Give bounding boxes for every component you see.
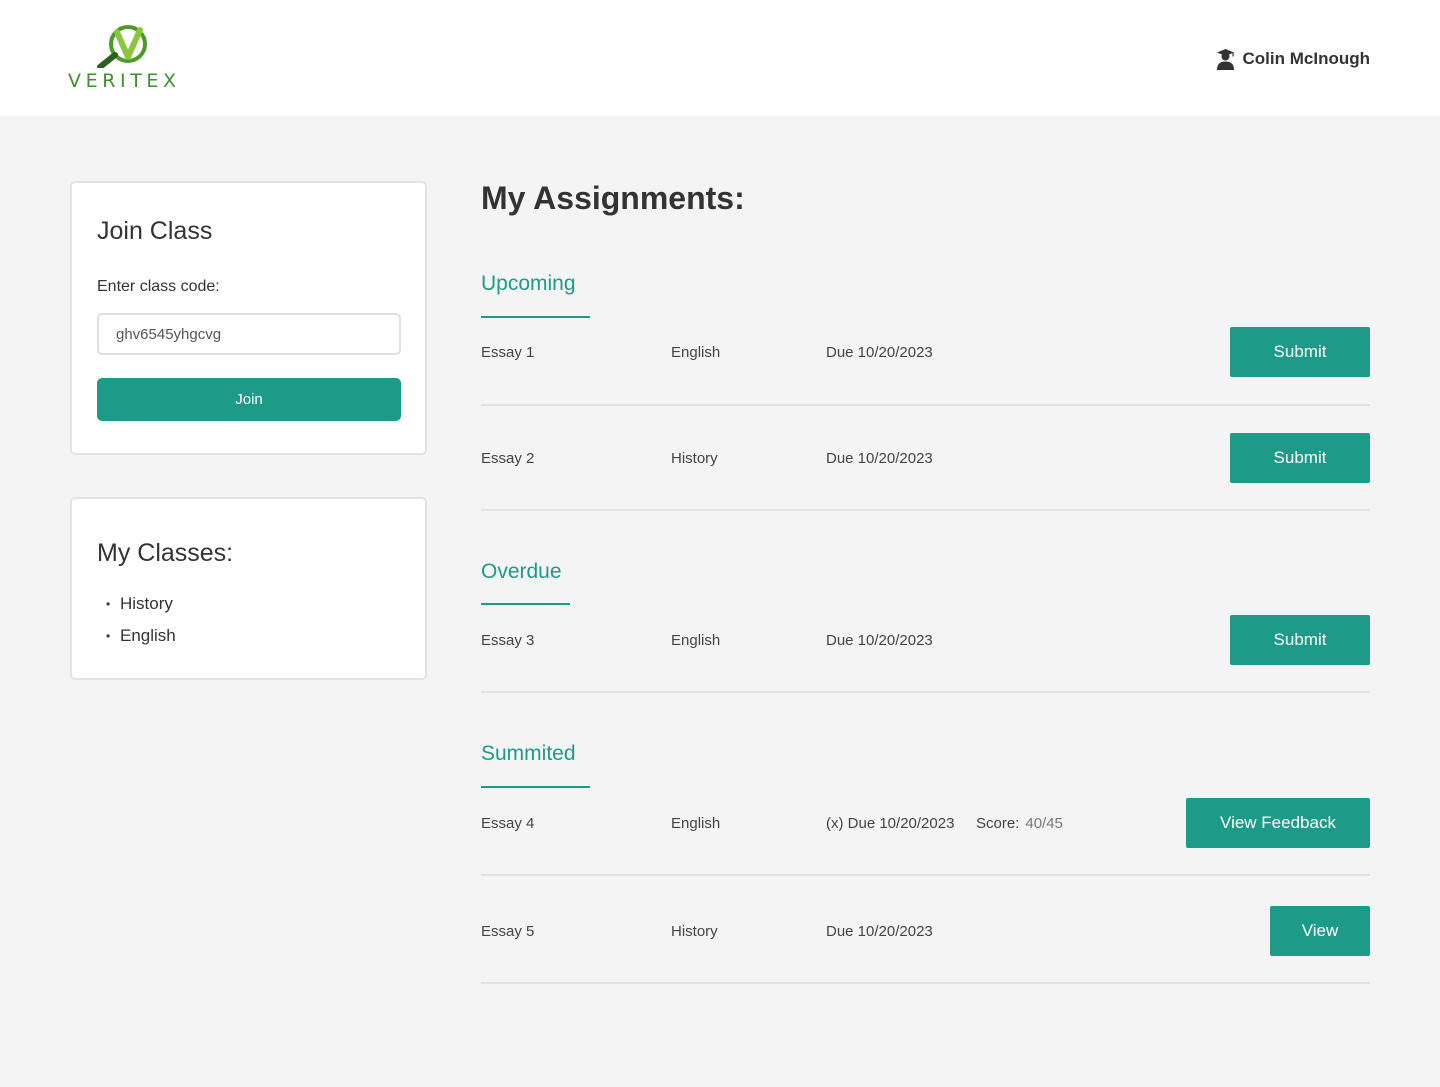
assignment-row: Essay 4 English (x) Due 10/20/2023 Score… [481, 798, 1370, 848]
assignment-name: Essay 4 [481, 815, 535, 832]
logo-mark-icon [97, 25, 147, 68]
assignment-row: Essay 3 English Due 10/20/2023 Submit [481, 615, 1370, 665]
section-title-overdue: Overdue [481, 560, 562, 583]
row-divider [481, 404, 1370, 406]
assignment-class: English [671, 815, 721, 832]
submit-button[interactable]: Submit [1230, 433, 1370, 483]
view-feedback-button[interactable]: View Feedback [1186, 798, 1370, 848]
view-button[interactable]: View [1270, 906, 1370, 956]
score-label: Score: [976, 815, 1020, 832]
section-underline [481, 786, 590, 788]
bullet-icon: • [106, 597, 111, 611]
assignment-class: History [671, 450, 718, 467]
page-title: My Assignments: [481, 180, 745, 216]
row-divider [481, 874, 1370, 876]
row-divider [481, 691, 1370, 693]
assignment-due: Due 10/20/2023 [826, 344, 933, 361]
user-name: Colin McInough [1242, 49, 1370, 68]
user-menu[interactable]: Colin McInough [1216, 47, 1370, 71]
join-button[interactable]: Join [97, 378, 401, 421]
app-header: VERITEX Colin McInough [0, 0, 1440, 116]
class-item-label: History [120, 594, 173, 613]
assignment-class: English [671, 344, 721, 361]
assignment-name: Essay 1 [481, 344, 535, 361]
assignment-row: Essay 2 History Due 10/20/2023 Submit [481, 433, 1370, 483]
join-class-card: Join Class Enter class code: Join [70, 181, 427, 455]
class-item-history[interactable]: • History [106, 588, 176, 620]
section-title-submitted: Summited [481, 742, 576, 765]
assignment-row: Essay 1 English Due 10/20/2023 Submit [481, 327, 1370, 377]
section-underline [481, 316, 590, 318]
class-code-label: Enter class code: [97, 278, 220, 295]
logo-wordmark: VERITEX [68, 70, 181, 92]
assignment-name: Essay 3 [481, 632, 535, 649]
assignment-class: History [671, 923, 718, 940]
section-underline [481, 603, 570, 605]
assignment-score: Score: 40/45 [976, 815, 1063, 832]
score-value: 40/45 [1025, 815, 1063, 832]
submit-button[interactable]: Submit [1230, 615, 1370, 665]
join-class-title: Join Class [97, 217, 213, 245]
assignment-name: Essay 2 [481, 450, 535, 467]
assignment-row: Essay 5 History Due 10/20/2023 View [481, 906, 1370, 956]
my-classes-card: My Classes: • History • English [70, 497, 427, 680]
assignment-due: Due 10/20/2023 [826, 450, 933, 467]
classes-list: • History • English [106, 588, 176, 652]
my-classes-title: My Classes: [97, 539, 234, 567]
section-title-upcoming: Upcoming [481, 272, 576, 295]
assignment-due: Due 10/20/2023 [826, 923, 933, 940]
assignment-name: Essay 5 [481, 923, 535, 940]
bullet-icon: • [106, 629, 111, 643]
assignment-due: Due 10/20/2023 [826, 632, 933, 649]
class-item-label: English [120, 626, 176, 645]
class-code-input[interactable] [97, 313, 401, 355]
assignment-class: English [671, 632, 721, 649]
class-item-english[interactable]: • English [106, 620, 176, 652]
submit-button[interactable]: Submit [1230, 327, 1370, 377]
veritex-logo[interactable]: VERITEX [68, 24, 184, 94]
row-divider [481, 982, 1370, 984]
row-divider [481, 509, 1370, 511]
assignment-due: (x) Due 10/20/2023 [826, 815, 955, 832]
user-graduate-icon [1216, 48, 1234, 70]
